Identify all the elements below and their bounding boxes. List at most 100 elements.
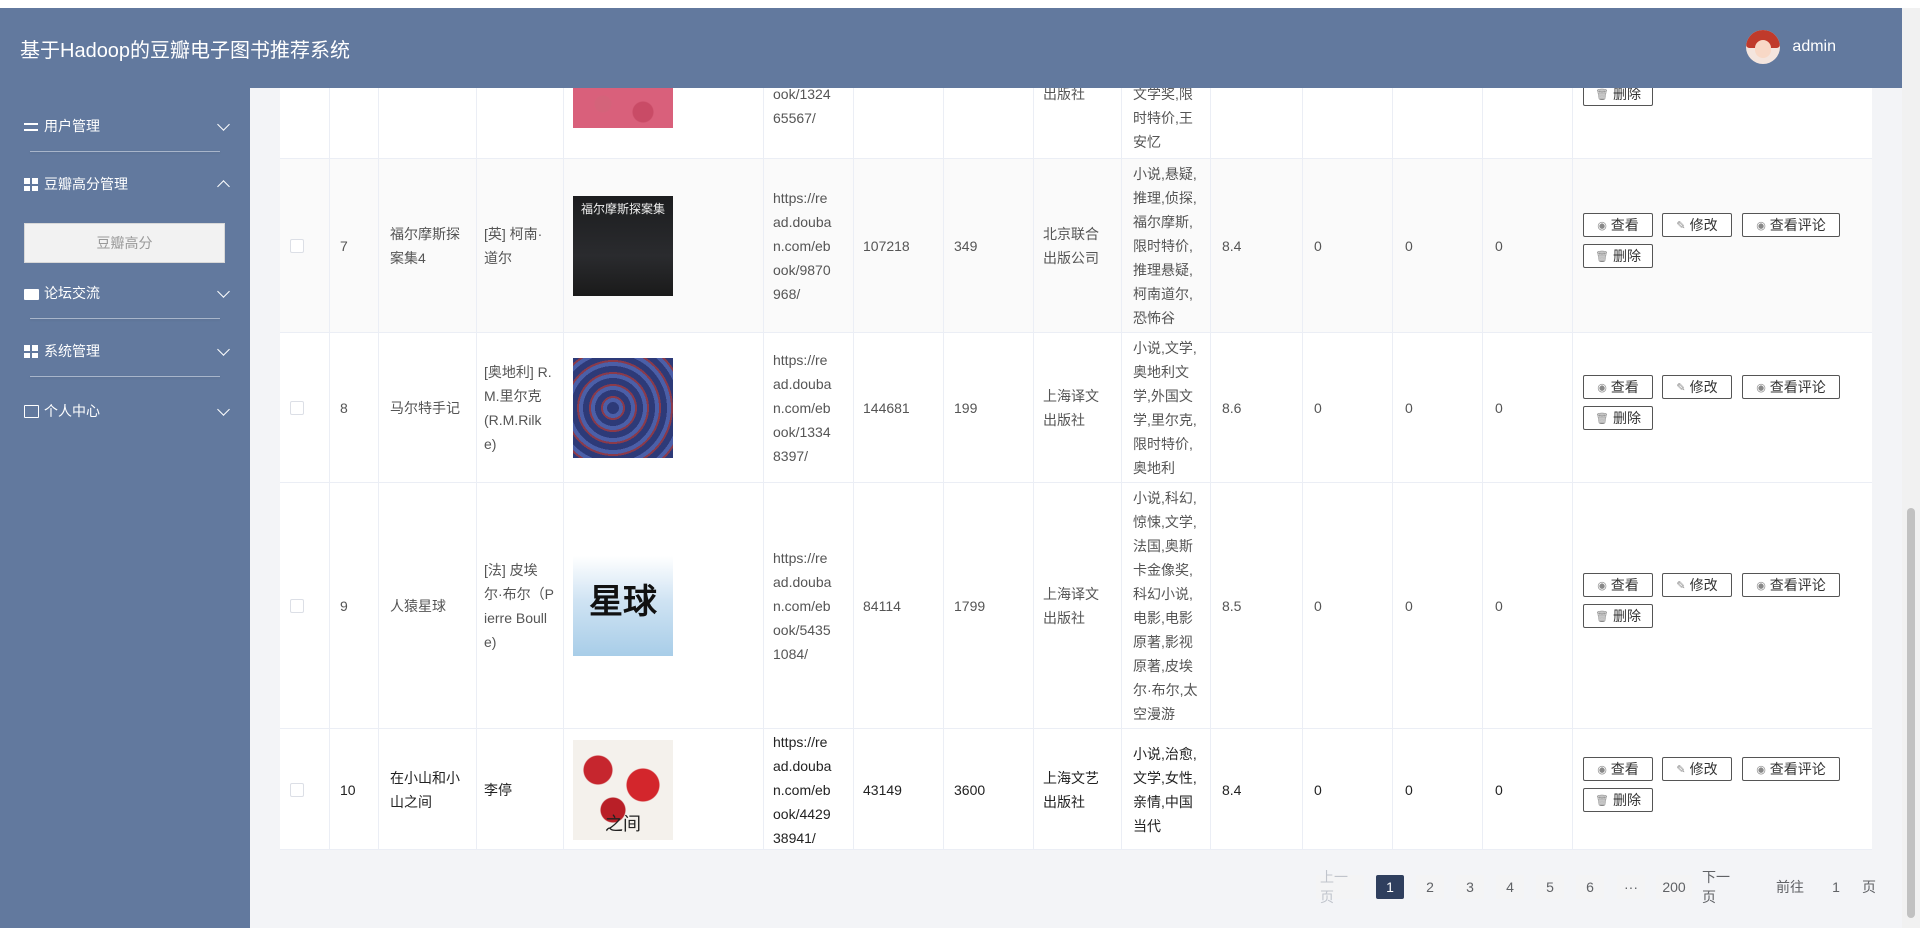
view-button[interactable]: ◉ 查看 <box>1583 213 1653 237</box>
column-divider <box>329 333 330 483</box>
column-divider <box>1302 159 1303 333</box>
edit-button[interactable]: ✎ 修改 <box>1662 213 1732 237</box>
book-tags-line: 限时特价, <box>1133 238 1193 254</box>
book-publisher-line: 出版社 <box>1043 610 1085 626</box>
next-page-button[interactable]: 下一页 <box>1698 869 1746 905</box>
edit-button[interactable]: ✎ 修改 <box>1662 573 1732 597</box>
column-divider <box>943 88 944 159</box>
book-tags-line: 推理悬疑, <box>1133 262 1193 278</box>
chevron-down-icon <box>217 343 230 356</box>
card-icon <box>24 404 39 418</box>
edit-icon: ✎ <box>1676 380 1686 394</box>
column-divider <box>1572 729 1573 850</box>
page-scrollbar[interactable] <box>1902 8 1920 928</box>
book-publisher-line: 上海译文 <box>1043 388 1099 404</box>
book-publisher-line: 上海译文 <box>1043 586 1099 602</box>
count-cell: 0 <box>1405 594 1413 618</box>
count-cell-line: 0 <box>1495 782 1503 798</box>
column-divider <box>1482 159 1483 333</box>
delete-button[interactable]: 🗑 删除 <box>1583 88 1653 106</box>
book-cover-image <box>573 358 673 458</box>
book-publisher: 上海译文 出版社 <box>1043 582 1099 630</box>
view-button-label: 查看 <box>1610 218 1639 234</box>
grid-icon <box>24 344 39 358</box>
row-index: 8 <box>340 396 348 420</box>
sidebar-item-label: 个人中心 <box>44 403 100 419</box>
row-checkbox[interactable] <box>290 239 304 253</box>
column-divider <box>563 88 564 159</box>
column-divider <box>1121 483 1122 729</box>
page-button-5[interactable]: 5 <box>1536 875 1564 899</box>
row-checkbox[interactable] <box>290 599 304 613</box>
column-divider <box>1392 483 1393 729</box>
view-comments-button[interactable]: ◉ 查看评论 <box>1742 375 1840 399</box>
page-button-4[interactable]: 4 <box>1496 875 1524 899</box>
rating-count: 144681 <box>863 396 910 420</box>
book-score: 8.5 <box>1222 594 1241 618</box>
sidebar-item-profile[interactable]: 个人中心 <box>24 393 230 429</box>
column-divider <box>1033 729 1034 850</box>
goto-input[interactable]: 1 <box>1816 875 1856 899</box>
sidebar-subitem-douban-high-score[interactable]: 豆瓣高分 <box>24 223 225 263</box>
prev-page-button[interactable]: 上一页 <box>1316 869 1364 905</box>
book-url-line: ad.douba <box>773 214 832 230</box>
view-comments-button-label: 查看评论 <box>1769 578 1826 594</box>
page-button-2[interactable]: 2 <box>1416 875 1444 899</box>
edit-button[interactable]: ✎ 修改 <box>1662 757 1732 781</box>
chevron-up-icon <box>217 180 230 193</box>
username[interactable]: admin <box>1792 38 1836 56</box>
column-divider <box>763 159 764 333</box>
count-cell: 0 <box>1314 396 1322 420</box>
page-button-3[interactable]: 3 <box>1456 875 1484 899</box>
row-index-line: 9 <box>340 598 348 614</box>
column-divider <box>476 333 477 483</box>
view-comments-button[interactable]: ◉ 查看评论 <box>1742 573 1840 597</box>
pagination-ellipsis[interactable]: ··· <box>1617 875 1645 899</box>
view-comments-button[interactable]: ◉ 查看评论 <box>1742 757 1840 781</box>
delete-button[interactable]: 🗑 删除 <box>1583 244 1653 268</box>
user-menu[interactable]: admin <box>1746 30 1836 64</box>
row-checkbox[interactable] <box>290 401 304 415</box>
book-tags-line: 电影,电影 <box>1133 610 1193 626</box>
book-author: 李停 <box>484 778 512 802</box>
scrollbar-thumb[interactable] <box>1907 508 1915 918</box>
view-comments-button[interactable]: ◉ 查看评论 <box>1742 213 1840 237</box>
delete-button[interactable]: 🗑 删除 <box>1583 788 1653 812</box>
book-title-line: 案集4 <box>390 250 426 266</box>
view-button[interactable]: ◉ 查看 <box>1583 573 1653 597</box>
column-divider <box>563 159 564 333</box>
book-title-line: 山之间 <box>390 794 432 810</box>
delete-button[interactable]: 🗑 删除 <box>1583 406 1653 430</box>
book-url: ook/1324 65567/ <box>773 88 831 130</box>
last-page-button[interactable]: 200 <box>1656 875 1692 899</box>
avatar[interactable] <box>1746 30 1781 64</box>
sidebar-item-douban-management[interactable]: 豆瓣高分管理 <box>24 166 230 202</box>
delete-button-label: 删除 <box>1612 88 1641 103</box>
delete-button-label: 删除 <box>1612 793 1641 809</box>
book-url-line: 1084/ <box>773 646 809 662</box>
book-author-line: ierre Boull <box>484 610 548 626</box>
row-checkbox[interactable] <box>290 783 304 797</box>
column-divider <box>329 483 330 729</box>
page-button-1[interactable]: 1 <box>1376 875 1404 899</box>
edit-button[interactable]: ✎ 修改 <box>1662 375 1732 399</box>
column-divider <box>378 483 379 729</box>
count-cell-line: 0 <box>1495 598 1503 614</box>
page-button-6[interactable]: 6 <box>1576 875 1604 899</box>
view-button[interactable]: ◉ 查看 <box>1583 375 1653 399</box>
view-button[interactable]: ◉ 查看 <box>1583 757 1653 781</box>
sidebar-item-label: 系统管理 <box>44 343 100 359</box>
book-url: https://re ad.douba n.com/eb ook/1334 8397/ <box>773 348 831 468</box>
chevron-down-icon <box>217 403 230 416</box>
book-author-line: 道尔 <box>484 250 512 266</box>
book-author-line: [法] 皮埃 <box>484 562 538 578</box>
sidebar-item-user-management[interactable]: 用户管理 <box>24 108 230 144</box>
sidebar-item-forum[interactable]: 论坛交流 <box>24 275 230 311</box>
view-button-label: 查看 <box>1610 380 1639 396</box>
book-publisher: 上海文艺 出版社 <box>1043 766 1099 814</box>
delete-button[interactable]: 🗑 删除 <box>1583 604 1653 628</box>
book-url-line: n.com/eb <box>773 782 831 798</box>
book-url-line: 65567/ <box>773 110 816 126</box>
sidebar-item-system[interactable]: 系统管理 <box>24 333 230 369</box>
edit-button-label: 修改 <box>1689 380 1718 396</box>
